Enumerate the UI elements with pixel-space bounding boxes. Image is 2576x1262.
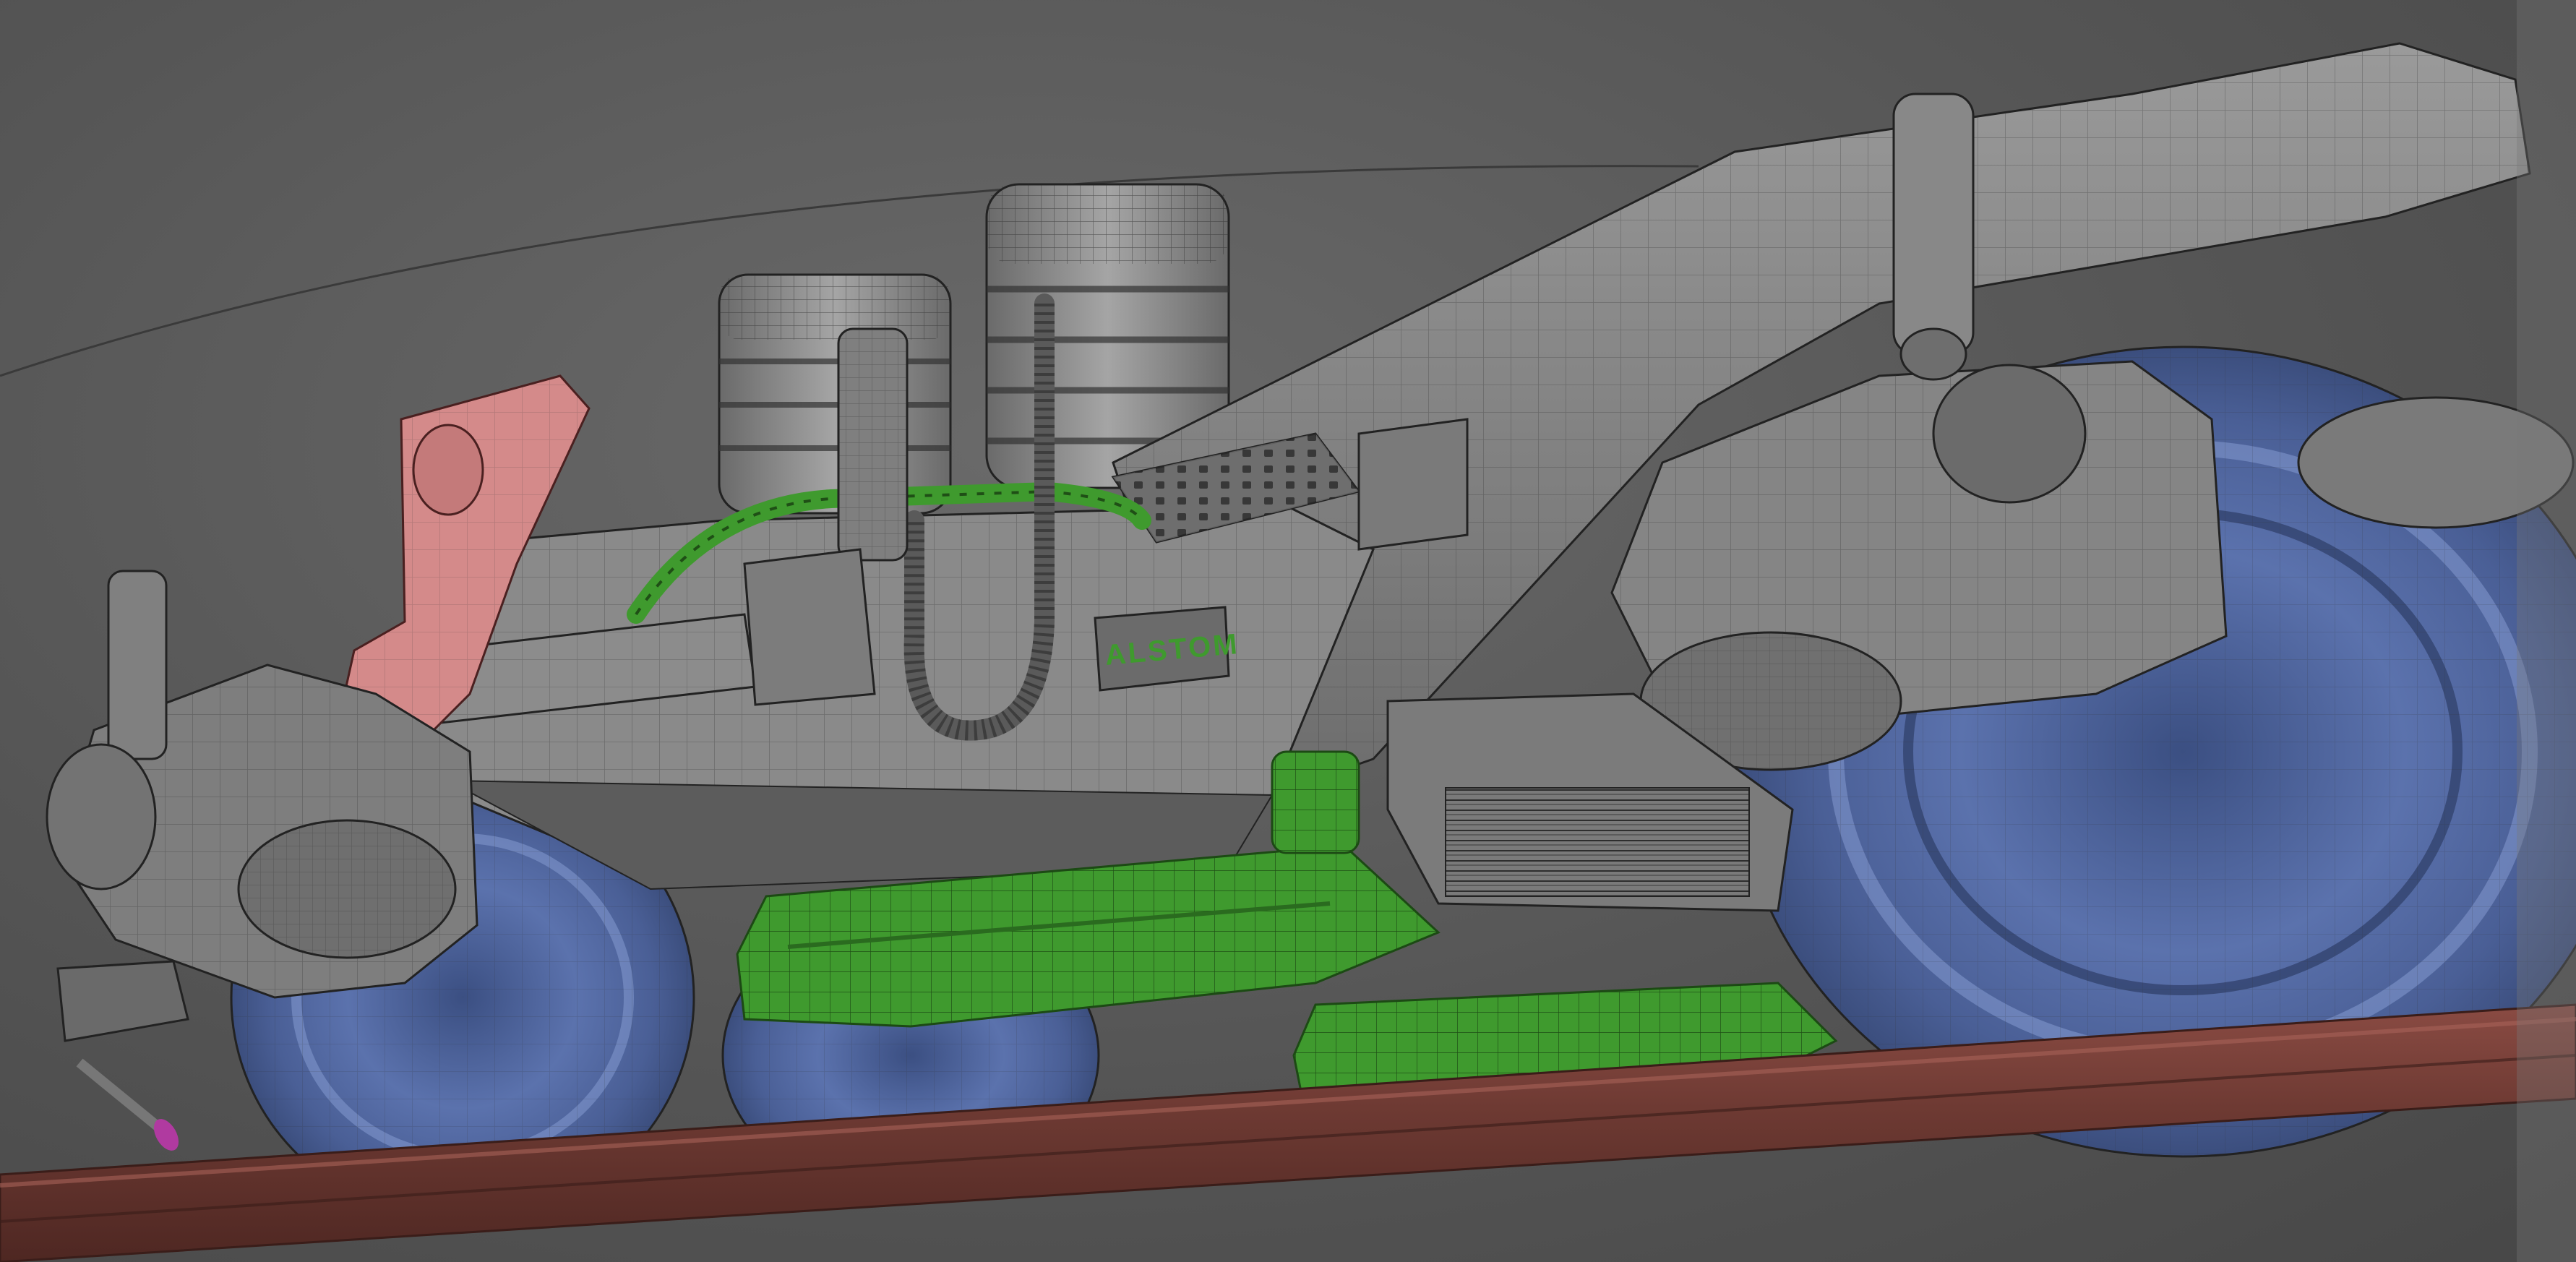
air-spring-left[interactable]: [718, 273, 952, 515]
side-panel-edge: [2517, 0, 2576, 1262]
bogie-3d-model[interactable]: ALSTOM: [0, 0, 2576, 1262]
alstom-nameplate: ALSTOM: [1094, 606, 1240, 692]
3d-viewport[interactable]: ALSTOM: [0, 0, 2576, 1262]
vertical-damper: [837, 327, 909, 562]
